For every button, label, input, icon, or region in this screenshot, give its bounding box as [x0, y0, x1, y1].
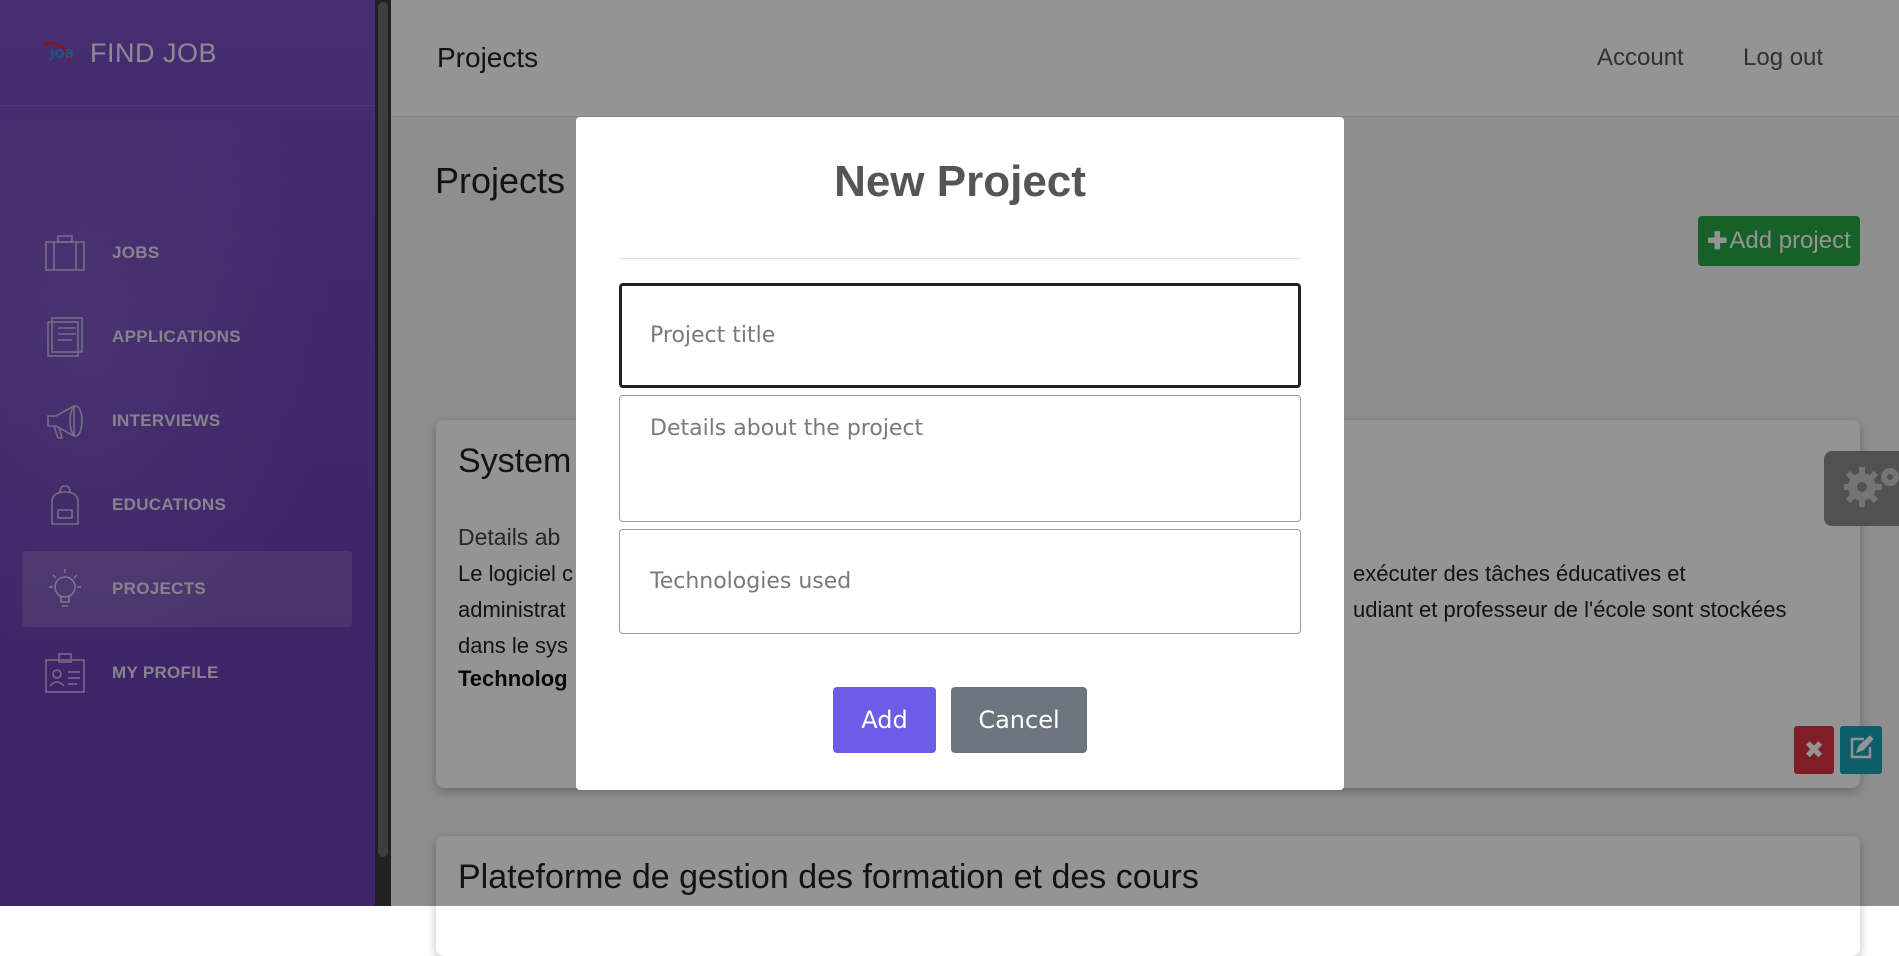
add-button[interactable]: Add [833, 687, 936, 753]
project-details-textarea[interactable] [619, 395, 1301, 522]
cancel-button[interactable]: Cancel [951, 687, 1087, 753]
project-title-input[interactable] [619, 283, 1301, 388]
modal-title: New Project [834, 157, 1086, 206]
new-project-modal: New Project Add Cancel [576, 117, 1344, 790]
divider [619, 258, 1301, 259]
technologies-input[interactable] [619, 529, 1301, 634]
